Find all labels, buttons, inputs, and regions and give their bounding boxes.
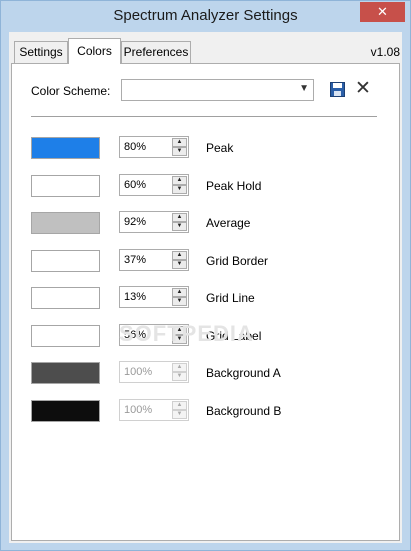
- color-row-label: Grid Line: [206, 291, 255, 305]
- opacity-value[interactable]: 37%: [124, 254, 146, 266]
- spin-up-icon[interactable]: ▲: [172, 363, 187, 372]
- title-bar[interactable]: Spectrum Analyzer Settings ✕: [1, 1, 410, 31]
- opacity-spinner[interactable]: 100% ▲ ▼: [119, 399, 189, 421]
- spinner-buttons: ▲ ▼: [172, 401, 187, 419]
- color-row-label: Background A: [206, 366, 281, 380]
- save-icon[interactable]: [330, 82, 345, 97]
- opacity-value[interactable]: 100%: [124, 366, 152, 378]
- settings-window: Spectrum Analyzer Settings ✕ Settings Co…: [0, 0, 411, 551]
- spinner-buttons: ▲ ▼: [172, 288, 187, 306]
- spinner-buttons: ▲ ▼: [172, 363, 187, 381]
- window-close-button[interactable]: ✕: [360, 2, 405, 22]
- divider: [31, 116, 377, 117]
- opacity-spinner[interactable]: 60% ▲ ▼: [119, 174, 189, 196]
- spin-down-icon[interactable]: ▼: [172, 410, 187, 419]
- color-swatch[interactable]: [31, 362, 100, 384]
- spin-down-icon[interactable]: ▼: [172, 372, 187, 381]
- tab-settings[interactable]: Settings: [14, 41, 68, 63]
- spinner-buttons: ▲ ▼: [172, 138, 187, 156]
- opacity-spinner[interactable]: 100% ▲ ▼: [119, 361, 189, 383]
- color-swatch[interactable]: [31, 325, 100, 347]
- chevron-down-icon[interactable]: ▼: [299, 83, 309, 94]
- color-row-label: Background B: [206, 404, 282, 418]
- color-scheme-select[interactable]: ▼: [121, 79, 314, 101]
- spinner-buttons: ▲ ▼: [172, 213, 187, 231]
- spin-up-icon[interactable]: ▲: [172, 138, 187, 147]
- color-row: 13% ▲ ▼ Grid Line: [12, 284, 401, 310]
- spin-up-icon[interactable]: ▲: [172, 176, 187, 185]
- spinner-buttons: ▲ ▼: [172, 251, 187, 269]
- spin-down-icon[interactable]: ▼: [172, 222, 187, 231]
- color-swatch[interactable]: [31, 175, 100, 197]
- tab-colors[interactable]: Colors: [68, 38, 121, 64]
- color-swatch[interactable]: [31, 400, 100, 422]
- opacity-value[interactable]: 92%: [124, 216, 146, 228]
- clear-scheme-icon[interactable]: ✕: [355, 79, 371, 99]
- color-row: 92% ▲ ▼ Average: [12, 209, 401, 235]
- spin-up-icon[interactable]: ▲: [172, 401, 187, 410]
- color-scheme-label: Color Scheme:: [31, 84, 111, 98]
- watermark: SOFTPEDIA: [119, 321, 254, 346]
- color-row: 100% ▲ ▼ Background B: [12, 397, 401, 423]
- version-label: v1.08: [370, 45, 400, 59]
- color-row: 37% ▲ ▼ Grid Border: [12, 247, 401, 273]
- color-swatch[interactable]: [31, 287, 100, 309]
- opacity-value[interactable]: 100%: [124, 404, 152, 416]
- spin-down-icon[interactable]: ▼: [172, 297, 187, 306]
- spin-up-icon[interactable]: ▲: [172, 251, 187, 260]
- spin-down-icon[interactable]: ▼: [172, 147, 187, 156]
- color-swatch[interactable]: [31, 137, 100, 159]
- color-row-label: Grid Border: [206, 254, 269, 268]
- client-area: Settings Colors Preferences v1.08 Color …: [9, 32, 402, 543]
- color-row: 60% ▲ ▼ Peak Hold: [12, 172, 401, 198]
- opacity-value[interactable]: 60%: [124, 179, 146, 191]
- spin-down-icon[interactable]: ▼: [172, 260, 187, 269]
- color-swatch[interactable]: [31, 250, 100, 272]
- spinner-buttons: ▲ ▼: [172, 176, 187, 194]
- tab-preferences[interactable]: Preferences: [121, 41, 191, 63]
- opacity-spinner[interactable]: 80% ▲ ▼: [119, 136, 189, 158]
- opacity-spinner[interactable]: 37% ▲ ▼: [119, 249, 189, 271]
- opacity-spinner[interactable]: 92% ▲ ▼: [119, 211, 189, 233]
- color-swatch[interactable]: [31, 212, 100, 234]
- window-title: Spectrum Analyzer Settings: [113, 7, 298, 24]
- color-row: 100% ▲ ▼ Background A: [12, 359, 401, 385]
- opacity-value[interactable]: 80%: [124, 141, 146, 153]
- tab-strip: Settings Colors Preferences v1.08: [9, 32, 402, 64]
- colors-panel: Color Scheme: ▼ ✕ 80% ▲ ▼ Peak 60% ▲ ▼ Peak Hol…: [11, 63, 400, 541]
- color-row-label: Peak Hold: [206, 179, 262, 193]
- color-row-label: Average: [206, 216, 251, 230]
- color-row: 80% ▲ ▼ Peak: [12, 134, 401, 160]
- spin-up-icon[interactable]: ▲: [172, 288, 187, 297]
- color-row-label: Peak: [206, 141, 234, 155]
- spin-down-icon[interactable]: ▼: [172, 185, 187, 194]
- spin-up-icon[interactable]: ▲: [172, 213, 187, 222]
- opacity-spinner[interactable]: 13% ▲ ▼: [119, 286, 189, 308]
- opacity-value[interactable]: 13%: [124, 291, 146, 303]
